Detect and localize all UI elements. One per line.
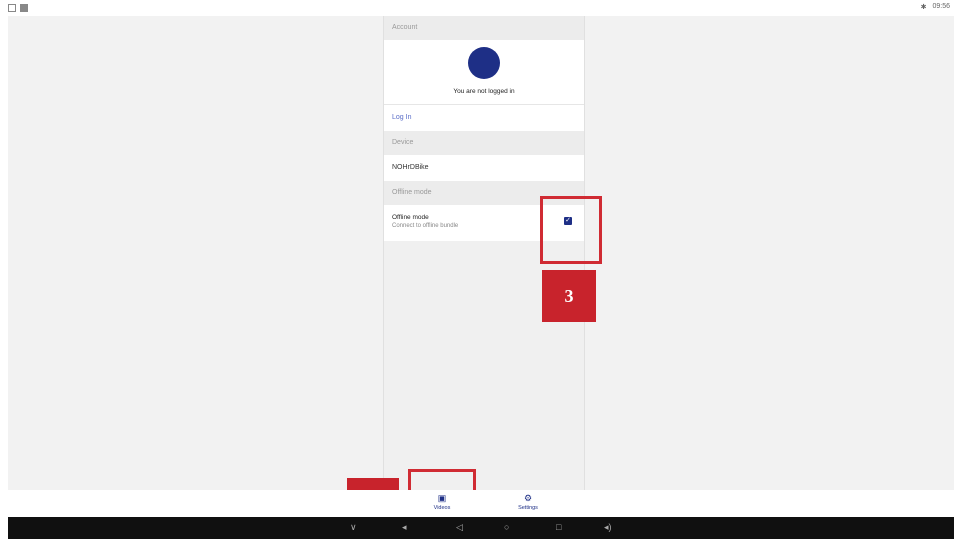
avatar[interactable] (468, 47, 500, 79)
account-status-text: You are not logged in (453, 88, 515, 95)
home-icon[interactable]: ○ (504, 522, 509, 532)
image-notification-icon (8, 4, 16, 12)
status-right: ✱ 09:56 (921, 3, 950, 11)
android-navigation-bar: ∨ ◂ ◁ ○ □ ◂) (8, 517, 954, 539)
section-header-device: Device (384, 131, 584, 155)
offline-mode-subtitle: Connect to offline bundle (392, 223, 459, 229)
gear-icon: ⚙ (523, 493, 533, 503)
tab-settings-label: Settings (518, 505, 538, 511)
tab-settings[interactable]: ⚙ Settings (508, 493, 548, 511)
offline-mode-title: Offline mode (392, 214, 429, 221)
account-card: You are not logged in (384, 40, 584, 105)
callout-label-3: 3 (542, 270, 596, 322)
notification-icons (8, 4, 28, 12)
volume-down-icon[interactable]: ◂ (402, 522, 407, 533)
status-bar: ✱ 09:56 (0, 0, 954, 16)
clock: 09:56 (932, 3, 950, 10)
device-name[interactable]: NOHrDBike (384, 155, 584, 181)
section-header-account: Account (384, 16, 584, 40)
bluetooth-icon: ✱ (920, 4, 927, 11)
keyboard-hide-icon[interactable]: ∨ (350, 522, 357, 533)
volume-up-icon[interactable]: ◂) (604, 522, 612, 533)
videos-icon: ▣ (437, 493, 447, 503)
callout-box-offline-checkbox (540, 196, 602, 264)
sd-card-icon (20, 4, 28, 12)
login-button[interactable]: Log In (384, 105, 584, 131)
back-icon[interactable]: ◁ (456, 522, 463, 533)
tab-videos[interactable]: ▣ Videos (422, 493, 462, 511)
tab-videos-label: Videos (433, 505, 451, 511)
bottom-nav: ▣ Videos ⚙ Settings (8, 490, 954, 517)
recents-icon[interactable]: □ (556, 522, 561, 532)
